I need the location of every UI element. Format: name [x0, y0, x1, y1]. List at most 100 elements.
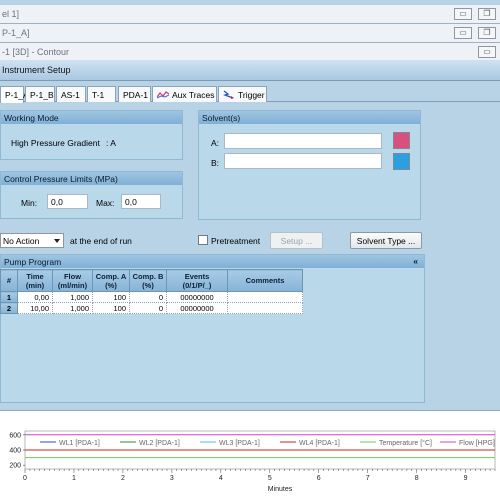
tab-as1[interactable]: AS-1 [56, 86, 86, 102]
x-tick-label: 6 [317, 475, 321, 482]
legend-label: WL1 [PDA-1] [59, 440, 100, 447]
tab-trigger[interactable]: Trigger [218, 86, 267, 102]
solvent-b-input[interactable] [224, 153, 382, 169]
table-row[interactable]: 1 0,00 1,000 100 0 00000000 [0, 291, 303, 303]
column-header: Comp. B (%) [129, 269, 167, 292]
solvents-panel: Solvent(s) A: B: [198, 110, 421, 220]
pump-program-title: Pump Program [4, 257, 62, 267]
column-header: Events (0/1/P/_) [166, 269, 228, 292]
pressure-min-label: Min: [21, 198, 38, 208]
x-tick-label: 2 [121, 475, 125, 482]
solvents-header: Solvent(s) [199, 111, 420, 124]
tab-aux-traces[interactable]: Aux Traces [152, 86, 217, 102]
time-cell[interactable]: 10,00 [17, 302, 53, 314]
pretreatment-label: Pretreatment [211, 236, 261, 246]
working-mode-header: Working Mode [1, 111, 182, 124]
events-cell[interactable]: 00000000 [166, 291, 228, 303]
events-cell[interactable]: 00000000 [166, 302, 228, 314]
working-mode-label: High Pressure Gradient [11, 138, 100, 148]
x-axis-label: Minutes [268, 486, 293, 493]
solvent-b-label: B: [211, 158, 220, 168]
solvent-a-color-swatch[interactable] [393, 132, 410, 149]
legend-label: WL4 [PDA-1] [299, 440, 340, 447]
x-tick-label: 7 [366, 475, 370, 482]
window-controls-3: ▭ [478, 46, 496, 58]
y-tick-label: 600 [9, 432, 21, 439]
pressure-max-label: Max: [96, 198, 115, 208]
tab-p1-a[interactable]: P-1_A [0, 86, 29, 103]
y-tick-label: 200 [9, 463, 21, 470]
comments-cell[interactable] [227, 302, 303, 314]
solvent-b-color-swatch[interactable] [393, 153, 410, 170]
tab-label: P-1_B [30, 90, 54, 100]
end-of-run-action-select[interactable]: No Action [0, 233, 64, 248]
pump-program-header: Pump Program « [1, 255, 424, 268]
x-tick-label: 9 [464, 475, 468, 482]
minimize-icon[interactable]: ▭ [454, 8, 472, 20]
x-tick-label: 8 [415, 475, 419, 482]
working-mode-panel: Working Mode High Pressure Gradient : A [0, 110, 183, 160]
column-header: # [0, 269, 18, 292]
window-controls-2: ▭ ❐ [454, 27, 496, 39]
flow-cell[interactable]: 1,000 [52, 302, 93, 314]
y-tick-label: 400 [9, 448, 21, 455]
window-title-1: el 1] [2, 9, 20, 19]
legend-label: Temperature [°C] [379, 439, 432, 447]
trace-chart: WL1 [PDA-1] WL2 [PDA-1] WL3 [PDA-1] WL4 [PD… [0, 410, 500, 500]
tab-t1[interactable]: T-1 [87, 86, 116, 102]
comp-a-cell[interactable]: 100 [92, 291, 130, 303]
pressure-limits-panel: Control Pressure Limits (MPa) Min: 0,0 M… [0, 171, 183, 219]
window-titlebar-2[interactable]: P-1_A] ▭ ❐ [0, 24, 500, 43]
tab-label: Trigger [238, 90, 265, 100]
tab-label: PDA-1 [123, 90, 149, 100]
column-header: Time (min) [17, 269, 53, 292]
pretreatment-checkbox[interactable] [198, 235, 208, 245]
minimize-icon[interactable]: ▭ [454, 27, 472, 39]
tab-p1-b[interactable]: P-1_B [25, 86, 55, 102]
collapse-icon[interactable]: « [413, 256, 418, 266]
table-row[interactable]: 2 10,00 1,000 100 0 00000000 [0, 302, 303, 314]
window-title-3: -1 [3D] - Contour [2, 47, 70, 57]
dialog-titlebar: Instrument Setup [0, 60, 500, 81]
flow-cell[interactable]: 1,000 [52, 291, 93, 303]
restore-icon[interactable]: ❐ [478, 8, 496, 20]
tab-label: AS-1 [61, 90, 80, 100]
legend-label: WL3 [PDA-1] [219, 440, 260, 447]
time-cell[interactable]: 0,00 [17, 291, 53, 303]
x-tick-label: 0 [23, 475, 27, 482]
comp-b-cell[interactable]: 0 [129, 291, 167, 303]
solvent-a-input[interactable] [224, 133, 382, 149]
x-tick-label: 5 [268, 475, 272, 482]
pump-program-header-row: # Time (min) Flow (ml/min) Comp. A (%) C… [0, 269, 303, 292]
pressure-max-input[interactable]: 0,0 [121, 194, 161, 209]
aux-traces-icon [157, 91, 169, 99]
tab-pda1[interactable]: PDA-1 [118, 86, 151, 102]
working-mode-value: : A [106, 138, 116, 148]
minimize-icon[interactable]: ▭ [478, 46, 496, 58]
legend-label: WL2 [PDA-1] [139, 440, 180, 447]
restore-icon[interactable]: ❐ [478, 27, 496, 39]
solvent-a-label: A: [211, 138, 220, 148]
x-tick-label: 3 [170, 475, 174, 482]
comp-b-cell[interactable]: 0 [129, 302, 167, 314]
tab-strip: P-1_A P-1_B AS-1 T-1 PDA-1 Aux Traces Tr… [0, 86, 500, 103]
column-header: Comp. A (%) [92, 269, 130, 292]
dialog-title: Instrument Setup [2, 65, 71, 75]
window-controls-1: ▭ ❐ [454, 8, 496, 20]
setup-button[interactable]: Setup ... [270, 232, 323, 249]
row-number[interactable]: 1 [0, 291, 18, 303]
comp-a-cell[interactable]: 100 [92, 302, 130, 314]
legend-label: Flow [HPG] [459, 440, 495, 447]
x-tick-label: 4 [219, 475, 223, 482]
trace-chart-svg: WL1 [PDA-1] WL2 [PDA-1] WL3 [PDA-1] WL4 [PD… [9, 430, 496, 493]
end-of-run-action-value: No Action [3, 236, 40, 246]
trigger-icon [223, 90, 234, 99]
x-tick-label: 1 [72, 475, 76, 482]
window-titlebar-1[interactable]: el 1] ▭ ❐ [0, 5, 500, 24]
pressure-limits-header: Control Pressure Limits (MPa) [1, 172, 182, 185]
solvent-type-button[interactable]: Solvent Type ... [350, 232, 422, 249]
end-of-run-label: at the end of run [70, 236, 132, 246]
pressure-min-input[interactable]: 0,0 [47, 194, 88, 209]
comments-cell[interactable] [227, 291, 303, 303]
row-number[interactable]: 2 [0, 302, 18, 314]
